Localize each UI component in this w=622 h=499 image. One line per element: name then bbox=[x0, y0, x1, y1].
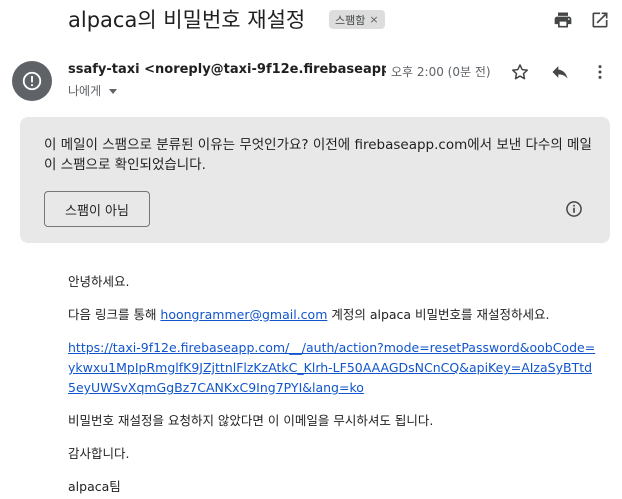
sender-avatar bbox=[12, 61, 52, 101]
star-icon[interactable] bbox=[508, 60, 532, 84]
spam-label-chip[interactable]: 스팸함 × bbox=[329, 10, 385, 29]
sender-name[interactable]: ssafy-taxi <noreply@taxi-9f12e.firebasea… bbox=[68, 62, 386, 77]
account-email-link[interactable]: hoongrammer@gmail.com bbox=[160, 307, 327, 322]
more-vert-icon[interactable] bbox=[588, 60, 612, 84]
instruction-after: 계정의 alpaca 비밀번호를 재설정하세요. bbox=[327, 307, 550, 322]
thanks-text: 감사합니다. bbox=[68, 446, 130, 461]
ignore-notice-text: 비밀번호 재설정을 요청하지 않았다면 이 이메일을 무시하셔도 됩니다. bbox=[68, 413, 434, 428]
message-time: 오후 2:00 (0분 전) bbox=[391, 65, 491, 79]
instruction-paragraph: 다음 링크를 통해 hoongrammer@gmail.com 계정의 alpa… bbox=[68, 305, 598, 325]
recipient-details[interactable]: 나에게 bbox=[68, 82, 118, 99]
greeting-text: 안녕하세요. bbox=[68, 274, 130, 289]
signature-text: alpaca팀 bbox=[68, 479, 121, 494]
spam-notice-box: 이 메일이 스팸으로 분류된 이유는 무엇인가요? 이전에 firebaseap… bbox=[20, 117, 610, 243]
info-icon[interactable] bbox=[563, 198, 585, 220]
message-body: 안녕하세요. 다음 링크를 통해 hoongrammer@gmail.com 계… bbox=[68, 272, 598, 499]
reset-link-paragraph: https://taxi-9f12e.firebaseapp.com/__/au… bbox=[68, 338, 598, 398]
email-subject: alpaca의 비밀번호 재설정 bbox=[68, 8, 306, 32]
not-spam-button[interactable]: 스팸이 아님 bbox=[44, 191, 150, 227]
open-in-new-icon[interactable] bbox=[588, 8, 612, 32]
spam-notice-text: 이 메일이 스팸으로 분류된 이유는 무엇인가요? 이전에 firebaseap… bbox=[44, 137, 592, 173]
spam-label-text: 스팸함 bbox=[335, 13, 366, 27]
print-icon[interactable] bbox=[551, 8, 575, 32]
subject-row: alpaca의 비밀번호 재설정 스팸함 × bbox=[0, 0, 622, 40]
warning-icon bbox=[22, 71, 42, 91]
instruction-before: 다음 링크를 통해 bbox=[68, 307, 161, 322]
recipient-label: 나에게 bbox=[68, 84, 102, 98]
reset-password-link[interactable]: https://taxi-9f12e.firebaseapp.com/__/au… bbox=[68, 338, 598, 398]
chevron-down-icon[interactable] bbox=[109, 89, 118, 94]
remove-label-icon[interactable]: × bbox=[369, 13, 378, 26]
reply-icon[interactable] bbox=[548, 60, 572, 84]
